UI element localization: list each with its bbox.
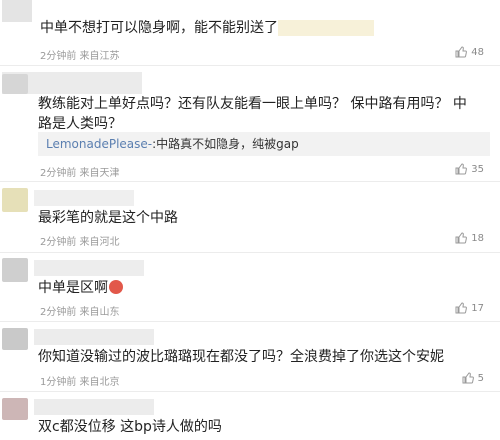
divider bbox=[0, 181, 500, 182]
thumbs-up-icon bbox=[455, 163, 468, 175]
divider bbox=[0, 252, 500, 253]
comment-text: 双c都没位移 这bp诗人做的吗 bbox=[38, 419, 222, 435]
comment-meta: 2分钟前 来自河北 bbox=[40, 237, 120, 248]
username-blur bbox=[34, 329, 154, 345]
avatar[interactable] bbox=[2, 398, 28, 420]
comment-meta: 2分钟前 来自天津 bbox=[40, 168, 120, 179]
avatar[interactable] bbox=[2, 258, 28, 282]
comment-text: 最彩笔的就是这个中路 bbox=[38, 210, 178, 226]
reply-text: :中路真不如隐身，纯被gap bbox=[152, 137, 299, 151]
like-button[interactable]: 17 bbox=[455, 302, 484, 314]
comment-text-content: 中单是区啊 bbox=[38, 280, 108, 296]
divider bbox=[0, 65, 500, 66]
avatar[interactable] bbox=[2, 74, 28, 94]
comment-meta: 2分钟前 来自江苏 bbox=[40, 51, 120, 62]
avatar[interactable] bbox=[2, 188, 28, 212]
like-count: 17 bbox=[471, 302, 484, 314]
thumbs-up-icon bbox=[462, 372, 474, 384]
emoji-icon bbox=[109, 280, 123, 294]
comment-meta: 1分钟前 来自北京 bbox=[40, 377, 120, 388]
like-button[interactable]: 35 bbox=[455, 163, 484, 175]
divider bbox=[0, 321, 500, 322]
thumbs-up-icon bbox=[455, 46, 468, 58]
redacted-highlight bbox=[278, 20, 374, 36]
divider bbox=[0, 391, 500, 392]
avatar[interactable] bbox=[2, 328, 28, 350]
reply-quote: LemonadePlease-:中路真不如隐身，纯被gap bbox=[38, 132, 490, 156]
reply-username[interactable]: LemonadePlease- bbox=[46, 137, 152, 151]
username-blur bbox=[34, 399, 154, 415]
thumbs-up-icon bbox=[455, 302, 468, 314]
comment-text: 你知道没输过的波比璐璐现在都没了吗？全浪费掉了你选这个安妮 bbox=[38, 349, 444, 365]
username-blur bbox=[34, 260, 144, 276]
comment-text: 教练能对上单好点吗？还有队友能看一眼上单吗？ 保中路有用吗？ 中路是人类吗？ bbox=[38, 96, 467, 132]
thumbs-up-icon bbox=[455, 232, 468, 244]
comment-text-content: 中单不想打可以隐身啊，能不能别送了 bbox=[40, 20, 278, 36]
comment-text: 中单是区啊 bbox=[38, 278, 123, 298]
username-blur bbox=[34, 190, 134, 206]
like-button[interactable]: 18 bbox=[455, 232, 484, 244]
like-button[interactable]: 48 bbox=[455, 46, 484, 58]
username-blur bbox=[2, 0, 32, 22]
comment-meta: 2分钟前 来自山东 bbox=[40, 307, 120, 318]
like-count: 18 bbox=[471, 232, 484, 244]
like-count: 48 bbox=[471, 46, 484, 58]
like-button[interactable]: 5 bbox=[462, 372, 484, 384]
comment-text: 中单不想打可以隐身啊，能不能别送了 bbox=[40, 18, 374, 38]
like-count: 35 bbox=[471, 163, 484, 175]
like-count: 5 bbox=[477, 372, 484, 384]
comment-feed: 中单不想打可以隐身啊，能不能别送了 2分钟前 来自江苏 48 教练能对上单好点吗… bbox=[0, 0, 500, 440]
